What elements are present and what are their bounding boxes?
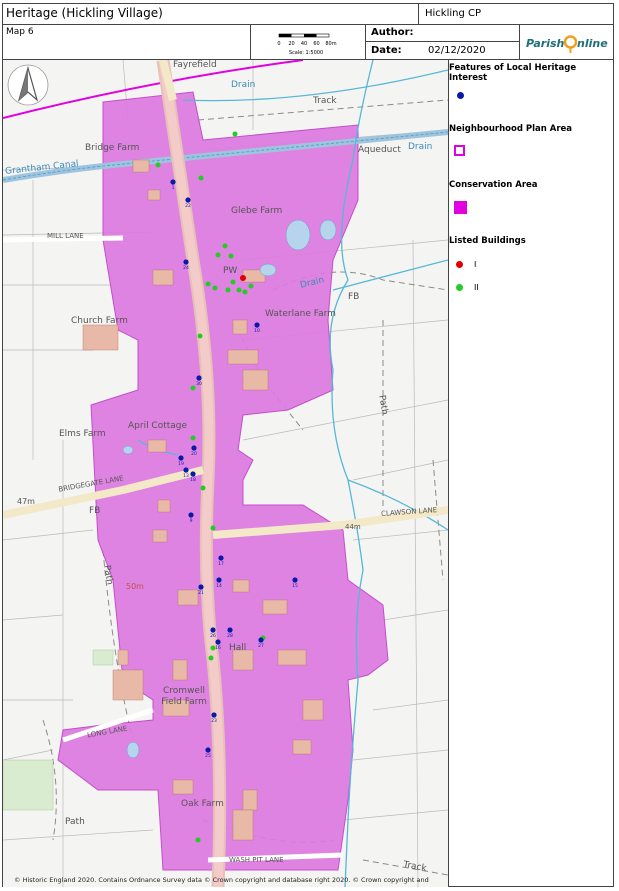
heritage-feature-14[interactable]	[216, 577, 222, 583]
label-spot-47m: 47m	[17, 497, 35, 506]
label-aqueduct: Aqueduct	[358, 145, 401, 155]
heritage-feature-label-9: 9	[190, 518, 193, 524]
label-fb-mid: FB	[348, 292, 360, 302]
legend-features-title: Features of Local Heritage Interest	[449, 63, 577, 83]
map-title: Heritage (Hickling Village)	[3, 4, 419, 25]
label-drain-aqueduct: Drain	[408, 142, 433, 152]
author-label: Author:	[371, 27, 414, 38]
label-bridge-farm: Bridge Farm	[85, 143, 140, 153]
heritage-feature-17[interactable]	[218, 555, 224, 561]
legend-features-symbol	[457, 92, 464, 99]
heritage-feature-16[interactable]	[215, 639, 221, 645]
heritage-feature-13[interactable]	[183, 467, 189, 473]
north-arrow-icon	[7, 64, 49, 106]
label-track-top: Track	[313, 96, 337, 106]
heritage-feature-label-23: 23	[211, 718, 217, 724]
heritage-feature-label-10: 10	[254, 328, 260, 334]
legend-npa-title: Neighbourhood Plan Area	[449, 124, 573, 134]
label-hall: Hall	[229, 643, 247, 653]
label-church-farm: Church Farm	[71, 316, 128, 326]
heritage-feature-label-26: 26	[210, 633, 216, 639]
heritage-feature-label-15: 15	[292, 583, 298, 589]
listed-grade-i-church[interactable]	[240, 275, 246, 281]
logo-text-right: nline	[577, 37, 608, 50]
heritage-feature-27[interactable]	[258, 637, 264, 643]
heritage-feature-label-1: 1	[172, 185, 175, 191]
heritage-feature-label-28: 28	[227, 633, 233, 639]
heritage-feature-label-18: 18	[190, 477, 196, 483]
scale-tick-60: 60	[313, 41, 319, 47]
map-number: Map 6	[3, 25, 251, 60]
heritage-feature-label-21: 21	[198, 590, 204, 596]
date-value: 02/12/2020	[428, 45, 486, 56]
scale-text: Scale: 1:5000	[289, 50, 323, 56]
scale-bar-graphic: 0 20 40 60 80m Scale: 1:5000	[277, 33, 337, 56]
legend-conservation-title: Conservation Area	[449, 180, 538, 190]
legend-grade-i-label: I	[474, 260, 477, 269]
label-pw: PW	[223, 266, 238, 276]
label-fb-left: FB	[89, 506, 101, 516]
heritage-feature-label-24: 24	[183, 265, 189, 271]
parish-online-logo: Parish nline	[520, 25, 613, 60]
heritage-feature-label-14: 14	[216, 583, 222, 589]
author-field: Author:	[366, 25, 520, 42]
map-canvas[interactable]: 1 22 24 10 30 20 19 13 18 9 17 14 21 15 26 28 16 27 23 25 F…	[3, 60, 449, 887]
label-elms-farm: Elms Farm	[59, 429, 106, 439]
date-field: Date: 02/12/2020	[366, 42, 520, 60]
legend-listed-title: Listed Buildings	[449, 236, 526, 246]
heritage-feature-28[interactable]	[227, 627, 233, 633]
label-path-bottom: Path	[65, 817, 85, 827]
legend: Features of Local Heritage Interest Neig…	[449, 60, 613, 360]
logo-text-left: Parish	[526, 37, 565, 50]
heritage-feature-23[interactable]	[211, 712, 217, 718]
heritage-feature-24[interactable]	[183, 259, 189, 265]
label-mill-lane: MILL LANE	[47, 232, 84, 240]
map-svg: 1 22 24 10 30 20 19 1318 9 17 14 21 15 26 28 16 27 23 25	[3, 60, 448, 887]
heritage-feature-19[interactable]	[178, 455, 184, 461]
heritage-feature-9[interactable]	[188, 512, 194, 518]
scale-bar: 0 20 40 60 80m Scale: 1:5000	[251, 25, 366, 60]
label-april-cottage: April Cottage	[128, 421, 188, 431]
label-waterlane-farm: Waterlane Farm	[265, 309, 336, 319]
legend-grade-ii-label: II	[474, 283, 479, 292]
heritage-feature-21[interactable]	[198, 584, 204, 590]
legend-grade-ii-symbol	[456, 284, 463, 291]
heritage-feature-label-22: 22	[185, 203, 191, 209]
heritage-feature-20[interactable]	[191, 445, 197, 451]
label-glebe-farm: Glebe Farm	[231, 206, 283, 216]
scale-tick-80: 80m	[325, 41, 336, 47]
label-spot-44m: 44m	[345, 523, 361, 531]
heritage-feature-1[interactable]	[170, 179, 176, 185]
heritage-feature-18[interactable]	[190, 471, 196, 477]
heritage-feature-10[interactable]	[254, 322, 260, 328]
heritage-feature-15[interactable]	[292, 577, 298, 583]
heritage-feature-label-13: 13	[183, 473, 189, 479]
legend-conservation-symbol	[454, 201, 467, 214]
heritage-feature-22[interactable]	[185, 197, 191, 203]
legend-grade-i-symbol	[456, 261, 463, 268]
heritage-feature-label-19: 19	[178, 461, 184, 467]
label-cromwell-field-farm: Cromwell Field Farm	[161, 686, 207, 707]
parish-name: Hickling CP	[419, 4, 613, 25]
heritage-feature-26[interactable]	[210, 627, 216, 633]
copyright-notice: © Historic England 2020. Contains Ordnan…	[14, 876, 429, 884]
heritage-feature-30[interactable]	[196, 375, 202, 381]
heritage-feature-label-16: 16	[215, 645, 221, 651]
legend-npa-symbol	[454, 145, 465, 156]
label-drain-top: Drain	[231, 80, 256, 90]
scale-tick-0: 0	[277, 41, 280, 47]
label-wash-pit-lane: WASH PIT LANE	[229, 856, 284, 864]
heritage-feature-label-20: 20	[191, 451, 197, 457]
label-fayrefield: Fayrefield	[173, 60, 217, 70]
scale-tick-40: 40	[301, 41, 307, 47]
scale-tick-20: 20	[288, 41, 294, 47]
heritage-feature-label-17: 17	[218, 561, 224, 567]
heritage-feature-label-27: 27	[258, 643, 264, 649]
heritage-feature-25[interactable]	[205, 747, 211, 753]
label-spot-50m: 50m	[126, 582, 144, 591]
label-oak-farm: Oak Farm	[181, 799, 224, 809]
date-label: Date:	[371, 45, 402, 56]
heritage-feature-label-30: 30	[196, 381, 202, 387]
heritage-feature-label-25: 25	[205, 753, 211, 759]
